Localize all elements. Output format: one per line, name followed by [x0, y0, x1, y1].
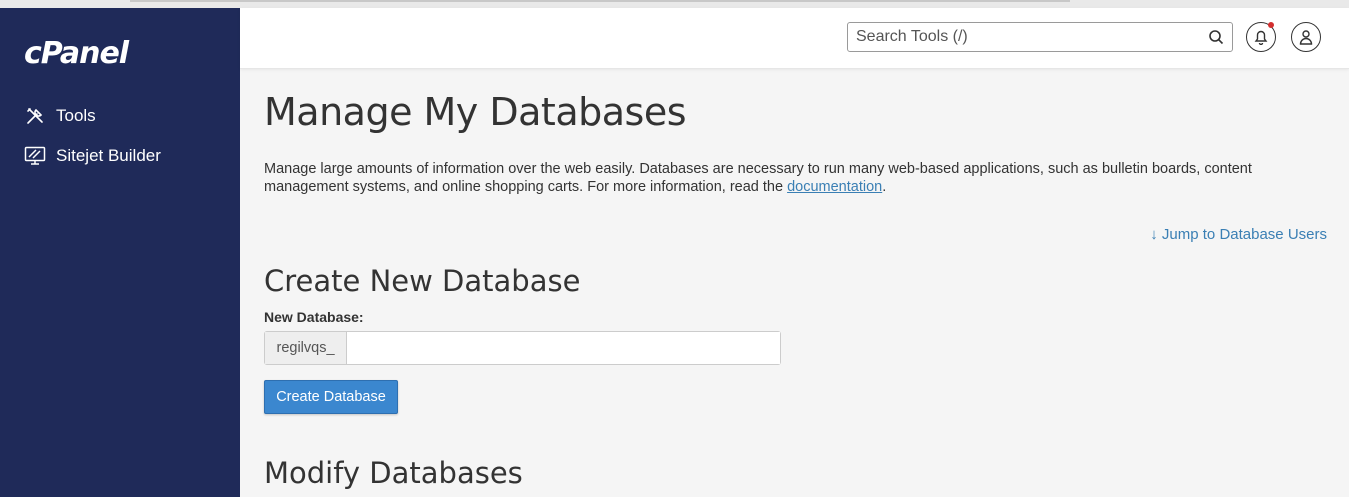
search-icon[interactable] — [1208, 29, 1224, 45]
jump-to-database-users-link[interactable]: ↓ Jump to Database Users — [1150, 226, 1327, 243]
documentation-link[interactable]: documentation — [787, 179, 882, 195]
sidebar: cPanel Tools Sitejet Builder — [0, 8, 240, 497]
cpanel-logo[interactable]: cPanel — [24, 36, 129, 71]
sitejet-icon — [24, 145, 46, 167]
new-database-label: New Database: — [264, 309, 364, 325]
sidebar-item-label: Tools — [56, 106, 96, 125]
tools-icon — [24, 105, 46, 127]
top-header — [240, 8, 1349, 69]
horizontal-scrollbar[interactable] — [130, 0, 1070, 2]
user-menu-button[interactable] — [1291, 22, 1321, 52]
sidebar-item-label: Sitejet Builder — [56, 146, 161, 165]
browser-top-strip — [0, 0, 1349, 8]
new-database-input[interactable] — [347, 332, 780, 364]
sidebar-item-tools[interactable]: Tools — [24, 104, 96, 128]
bell-icon — [1254, 30, 1268, 45]
database-prefix: regilvqs_ — [265, 332, 347, 364]
modify-databases-heading: Modify Databases — [264, 456, 523, 490]
page-description: Manage large amounts of information over… — [264, 160, 1304, 196]
user-icon — [1299, 30, 1313, 45]
search-box — [847, 22, 1233, 52]
create-database-button[interactable]: Create Database — [264, 380, 398, 414]
sidebar-item-sitejet-builder[interactable]: Sitejet Builder — [24, 144, 161, 168]
description-end: . — [882, 179, 887, 195]
create-database-heading: Create New Database — [264, 264, 581, 298]
notification-dot — [1268, 22, 1274, 28]
page-title: Manage My Databases — [264, 90, 687, 134]
notifications-button[interactable] — [1246, 22, 1276, 52]
description-text: Manage large amounts of information over… — [264, 161, 1252, 195]
search-input[interactable] — [848, 23, 1214, 51]
new-database-input-group: regilvqs_ — [264, 331, 781, 365]
